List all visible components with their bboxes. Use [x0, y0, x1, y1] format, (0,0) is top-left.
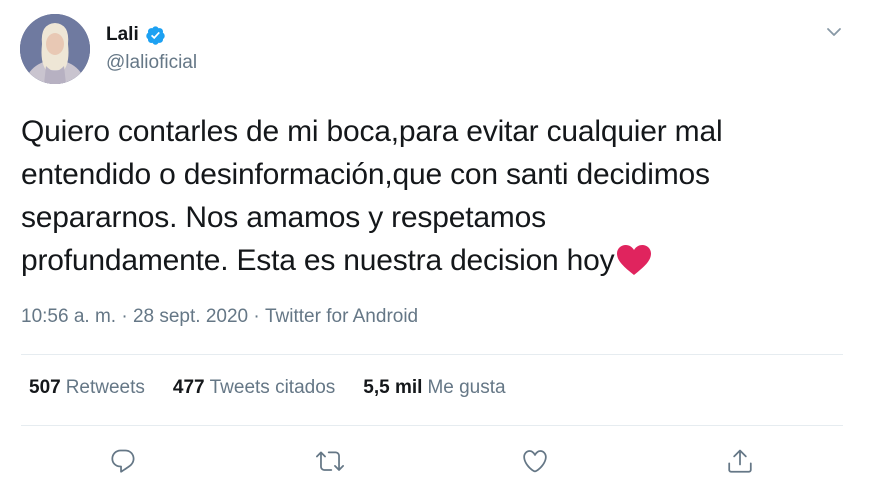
retweets-count: 507	[29, 377, 61, 398]
tweet-stats: 507 Retweets 477 Tweets citados 5,5 mil …	[29, 377, 506, 399]
reply-button[interactable]	[106, 444, 140, 478]
retweets-stat[interactable]: 507 Retweets	[29, 377, 145, 399]
avatar[interactable]	[20, 14, 90, 84]
display-name[interactable]: Lali	[106, 24, 139, 46]
chevron-down-icon[interactable]	[824, 22, 844, 42]
tweet-text-line-content: profundamente. Esta es nuestra decision …	[21, 244, 615, 277]
quote-tweets-stat[interactable]: 477 Tweets citados	[173, 377, 335, 399]
tweet-text-line: Quiero contarles de mi boca,para evitar …	[21, 115, 723, 148]
retweet-icon	[316, 451, 344, 471]
verified-badge-icon	[145, 25, 166, 46]
tweet-text-line: separarnos. Nos amamos y respetamos	[21, 201, 546, 234]
likes-stat[interactable]: 5,5 mil Me gusta	[363, 377, 505, 399]
divider	[21, 425, 843, 426]
tweet-actions	[0, 444, 870, 480]
tweet-text-line: entendido o desinformación,que con santi…	[21, 158, 710, 191]
share-button[interactable]	[723, 444, 757, 478]
likes-label: Me gusta	[427, 377, 506, 398]
share-icon	[728, 449, 752, 473]
tweet-date[interactable]: 28 sept. 2020	[133, 306, 248, 328]
tweet-text-line: profundamente. Esta es nuestra decision …	[21, 239, 821, 282]
reply-icon	[111, 449, 135, 473]
meta-separator: ·	[248, 306, 265, 327]
tweet-text: Quiero contarles de mi boca,para evitar …	[21, 110, 821, 282]
user-handle[interactable]: @lalioficial	[106, 52, 197, 74]
tweet-source[interactable]: Twitter for Android	[265, 306, 418, 328]
name-row: Lali	[106, 24, 166, 46]
divider	[21, 354, 843, 355]
meta-separator: ·	[116, 306, 133, 327]
retweets-label: Retweets	[65, 377, 145, 398]
like-icon	[523, 450, 547, 473]
tweet-time[interactable]: 10:56 a. m.	[21, 306, 116, 328]
red-heart-emoji-icon	[616, 244, 652, 276]
quote-tweets-label: Tweets citados	[209, 377, 336, 398]
quote-tweets-count: 477	[172, 377, 205, 398]
like-button[interactable]	[518, 444, 552, 478]
tweet-card: Lali @lalioficial Quiero contarles de mi…	[0, 0, 870, 500]
retweet-button[interactable]	[313, 444, 347, 478]
tweet-meta: 10:56 a. m. · 28 sept. 2020 · Twitter fo…	[21, 306, 418, 328]
likes-count: 5,5 mil	[363, 377, 423, 398]
